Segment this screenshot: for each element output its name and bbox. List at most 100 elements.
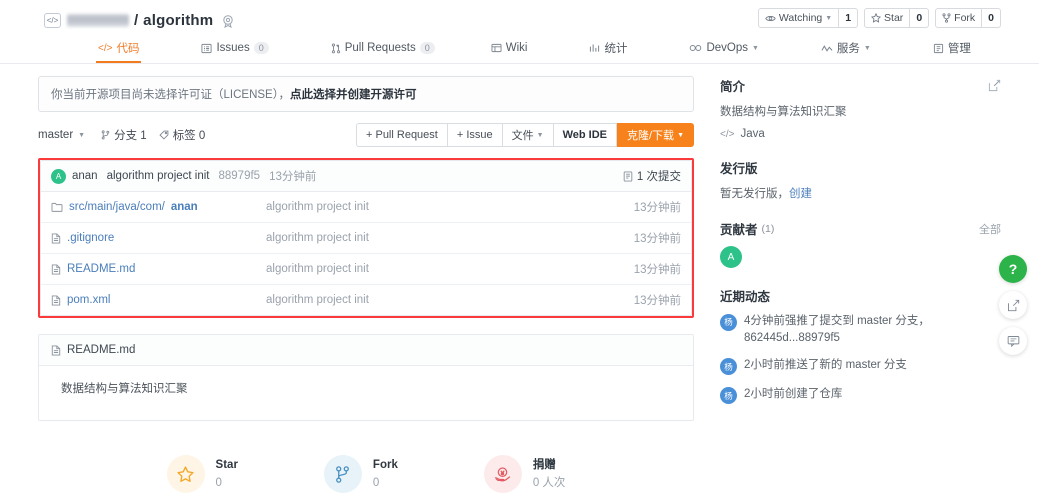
tab-pull-requests-count: 0	[419, 41, 435, 55]
license-notice: 你当前开源项目尚未选择许可证（LICENSE），点此选择并创建开源许可	[38, 76, 694, 112]
file-name-cell[interactable]: src/main/java/com/anan	[51, 201, 266, 213]
file-time: 13分钟前	[633, 295, 681, 307]
branches-count[interactable]: 分支 1	[101, 127, 147, 143]
new-pull-request-button[interactable]: + Pull Request	[356, 123, 447, 147]
primary-language[interactable]: </> Java	[720, 128, 1001, 140]
manage-icon	[933, 43, 944, 54]
code-icon: </>	[44, 13, 61, 28]
license-create-link[interactable]: 点此选择并创建开源许可	[290, 89, 417, 101]
fork-group[interactable]: Fork 0	[935, 8, 1001, 28]
contributors-count: (1)	[761, 222, 775, 235]
share-icon[interactable]	[999, 291, 1027, 319]
star-action[interactable]: Star 0	[166, 455, 238, 493]
avatar[interactable]: 杨	[720, 387, 737, 405]
intro-description: 数据结构与算法知识汇聚	[720, 106, 847, 118]
watch-count[interactable]: 1	[839, 8, 859, 28]
file-time: 13分钟前	[633, 233, 681, 245]
table-row[interactable]: src/main/java/com/anan algorithm project…	[41, 192, 691, 223]
create-release-link[interactable]: 创建	[789, 188, 812, 200]
avatar[interactable]: A	[720, 246, 742, 268]
commit-message[interactable]: algorithm project init	[107, 170, 210, 182]
tab-issues[interactable]: Issues 0	[199, 35, 270, 63]
avatar[interactable]: 杨	[720, 314, 737, 331]
commit-author[interactable]: anan	[72, 170, 98, 182]
contributors-all-link[interactable]: 全部	[979, 221, 1001, 237]
web-ide-button[interactable]: Web IDE	[552, 123, 617, 147]
tab-wiki[interactable]: Wiki	[489, 35, 530, 63]
tags-count[interactable]: 标签 0	[159, 127, 206, 143]
page-header: </> / algorithm Watching ▼ 1 Star 0 Fork…	[0, 0, 1039, 64]
readme-header: README.md	[39, 335, 693, 366]
table-row[interactable]: pom.xml algorithm project init 13分钟前	[41, 285, 691, 315]
star-count[interactable]: 0	[910, 8, 930, 28]
chevron-down-icon: ▼	[536, 131, 544, 139]
contributors-avatars: A	[720, 246, 1001, 268]
branch-selector[interactable]: master ▼	[38, 129, 85, 141]
tag-icon	[159, 130, 169, 140]
list-item[interactable]: 杨 2小时前创建了仓库	[720, 386, 1001, 405]
activity-text: 2小时前创建了仓库	[744, 388, 843, 401]
file-name: src/main/java/com/	[69, 201, 165, 213]
file-name-highlight: anan	[170, 201, 198, 213]
help-icon[interactable]: ?	[999, 255, 1027, 283]
tab-code-label: 代码	[116, 43, 140, 55]
edit-icon[interactable]	[988, 79, 1001, 92]
fork-action[interactable]: Fork 0	[323, 455, 398, 493]
fork-action-label: Fork	[372, 459, 398, 472]
file-name-cell[interactable]: .gitignore	[51, 232, 266, 244]
feedback-icon[interactable]	[999, 327, 1027, 355]
file-icon	[51, 264, 61, 275]
latest-commit-row: A anan algorithm project init 88979f5 13…	[41, 161, 691, 192]
file-time: 13分钟前	[633, 202, 681, 214]
tab-devops[interactable]: DevOps ▼	[687, 35, 760, 63]
donate-action[interactable]: 捐赠 0 人次	[483, 455, 566, 493]
file-name-cell[interactable]: README.md	[51, 263, 266, 275]
sidebar-section-activity: 近期动态 杨 4分钟前强推了提交到 master 分支，862445d...88…	[720, 286, 1001, 405]
releases-empty-text: 暂无发行版，	[720, 188, 789, 200]
fork-icon	[942, 13, 951, 23]
page-body: 你当前开源项目尚未选择许可证（LICENSE），点此选择并创建开源许可 mast…	[0, 64, 1039, 493]
donate-action-value: 0 人次	[532, 476, 566, 489]
code-icon: </>	[98, 42, 113, 54]
avatar[interactable]: 杨	[720, 358, 737, 376]
new-issue-button[interactable]: + Issue	[446, 123, 502, 147]
service-icon	[821, 44, 833, 53]
sidebar-section-intro: 简介 数据结构与算法知识汇聚 </> Java	[720, 76, 1001, 140]
owner-name-redacted[interactable]	[67, 14, 129, 27]
eye-icon	[765, 15, 776, 21]
fork-count[interactable]: 0	[982, 8, 1001, 28]
tab-wiki-label: Wiki	[505, 42, 528, 54]
clone-download-button[interactable]: 克隆/下载 ▼	[617, 123, 694, 147]
activity-title: 近期动态	[720, 290, 771, 304]
star-button[interactable]: Star	[864, 8, 911, 28]
chevron-down-icon: ▼	[863, 44, 871, 52]
chevron-down-icon: ▼	[751, 44, 759, 52]
tab-devops-label: DevOps	[706, 42, 748, 54]
table-row[interactable]: .gitignore algorithm project init 13分钟前	[41, 223, 691, 254]
table-row[interactable]: README.md algorithm project init 13分钟前	[41, 254, 691, 285]
donate-icon	[483, 455, 522, 493]
tab-stats[interactable]: 统计	[587, 35, 629, 63]
watch-group[interactable]: Watching ▼ 1	[757, 8, 859, 28]
avatar[interactable]: A	[51, 168, 66, 184]
file-name-cell[interactable]: pom.xml	[51, 294, 266, 306]
list-item[interactable]: 杨 4分钟前强推了提交到 master 分支，862445d...88979f5	[720, 313, 1001, 346]
star-group[interactable]: Star 0	[864, 8, 930, 28]
commit-sha[interactable]: 88979f5	[219, 170, 261, 182]
file-menu-button[interactable]: 文件 ▼	[501, 123, 553, 147]
watch-button[interactable]: Watching ▼	[757, 8, 840, 28]
branches-count-label: 分支 1	[114, 130, 147, 142]
tab-service[interactable]: 服务 ▼	[819, 35, 873, 63]
tab-pull-requests[interactable]: Pull Requests 0	[329, 35, 437, 63]
activity-text: 4分钟前强推了提交到 master 分支，862445d...88979f5	[744, 315, 930, 344]
file-name: .gitignore	[67, 232, 115, 244]
tags-count-label: 标签 0	[172, 130, 206, 142]
repo-name[interactable]: algorithm	[143, 12, 213, 29]
fork-button[interactable]: Fork	[935, 8, 983, 28]
releases-title: 发行版	[720, 162, 758, 176]
tab-manage[interactable]: 管理	[931, 35, 973, 63]
list-item[interactable]: 杨 2小时前推送了新的 master 分支	[720, 357, 1001, 376]
file-icon	[51, 233, 61, 244]
commit-count-link[interactable]: 1 次提交	[623, 168, 681, 184]
tab-code[interactable]: </> 代码	[96, 35, 142, 63]
